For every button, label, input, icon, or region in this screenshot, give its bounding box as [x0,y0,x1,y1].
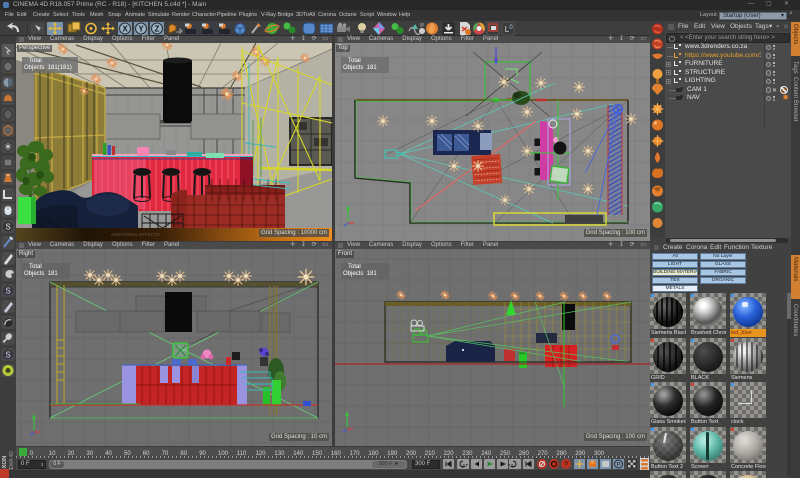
svg-text:X: X [122,25,128,34]
svg-text:P: P [616,463,620,469]
svg-text:S: S [5,287,10,296]
svg-text:?: ? [564,462,568,469]
svg-text:ADDITIONAL EFFECTS: ADDITIONAL EFFECTS [111,232,160,237]
svg-text:Y: Y [138,25,144,34]
svg-text:S: S [5,351,10,360]
svg-text:Z: Z [155,25,160,34]
svg-text:S: S [5,223,10,232]
